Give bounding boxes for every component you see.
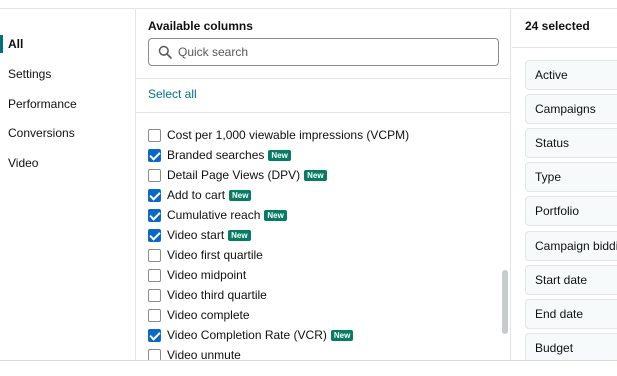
column-option-label: Video unmute	[167, 348, 241, 360]
available-columns-list: Cost per 1,000 viewable impressions (VCP…	[148, 125, 493, 360]
selected-column-item[interactable]: Start date	[525, 265, 617, 295]
sidebar-item-video[interactable]: Video	[0, 151, 135, 175]
column-option-label: Video start	[167, 228, 225, 242]
selected-column-item[interactable]: Status	[525, 128, 617, 158]
column-checkbox[interactable]	[148, 188, 161, 202]
column-checkbox[interactable]	[148, 208, 161, 222]
new-badge: New	[268, 149, 291, 161]
column-option-label: Branded searches	[167, 148, 265, 162]
selected-column-item[interactable]: End date	[525, 299, 617, 329]
column-option[interactable]: Add to cart New	[148, 185, 252, 205]
search-divider	[136, 78, 510, 79]
available-columns-title: Available columns	[148, 19, 253, 33]
column-category-sidebar: All Settings Performance Conversions Vid…	[0, 9, 135, 360]
selected-column-item[interactable]: Campaigns	[525, 94, 617, 124]
selected-column-item[interactable]: Budget	[525, 333, 617, 360]
column-option-label: Video Completion Rate (VCR)	[167, 328, 327, 342]
new-badge: New	[264, 209, 287, 221]
active-indicator	[0, 35, 3, 53]
new-badge: New	[304, 169, 327, 181]
column-checkbox[interactable]	[148, 148, 161, 162]
selected-column-item[interactable]: Type	[525, 162, 617, 192]
column-option-label: Cumulative reach	[167, 208, 261, 222]
column-option-label: Video third quartile	[167, 288, 267, 302]
column-checkbox[interactable]	[148, 268, 161, 282]
column-option[interactable]: Video third quartile New	[148, 285, 267, 305]
search-icon	[158, 45, 172, 59]
quick-search-box[interactable]	[148, 38, 499, 66]
column-option[interactable]: Branded searches New	[148, 145, 291, 165]
list-divider	[136, 112, 510, 113]
column-checkbox[interactable]	[148, 168, 161, 182]
column-option[interactable]: Video midpoint New	[148, 265, 246, 285]
column-checkbox[interactable]	[148, 228, 161, 242]
sidebar-item-settings[interactable]: Settings	[0, 62, 135, 86]
column-checkbox[interactable]	[148, 348, 161, 360]
column-option-label: Video complete	[167, 308, 250, 322]
selected-columns-list: Active Campaigns Status Type Portfolio C…	[512, 48, 617, 360]
scrollbar-thumb[interactable]	[502, 270, 508, 334]
sidebar-item-conversions[interactable]: Conversions	[0, 121, 135, 145]
column-option-label: Video midpoint	[167, 268, 247, 282]
column-checkbox[interactable]	[148, 308, 161, 322]
sidebar-item-label: All	[8, 37, 24, 51]
column-option[interactable]: Detail Page Views (DPV) New	[148, 165, 327, 185]
bottom-divider	[0, 360, 617, 361]
column-option[interactable]: Video Completion Rate (VCR) New	[148, 325, 354, 345]
new-badge: New	[228, 229, 251, 241]
column-checkbox[interactable]	[148, 328, 161, 342]
column-option[interactable]: Cumulative reach New	[148, 205, 287, 225]
sidebar-item-label: Conversions	[8, 126, 75, 140]
column-option[interactable]: Video start New	[148, 225, 251, 245]
column-checkbox[interactable]	[148, 128, 161, 142]
available-columns-panel: Available columns Select all Cost per 1,…	[135, 9, 511, 360]
selected-column-item[interactable]: Campaign bidding strategy	[525, 231, 617, 261]
select-all-link[interactable]: Select all	[148, 87, 197, 101]
column-checkbox[interactable]	[148, 248, 161, 262]
columns-scrollbar[interactable]	[500, 125, 510, 360]
selected-column-item[interactable]: Active	[525, 60, 617, 90]
sidebar-item-label: Video	[8, 156, 39, 170]
column-checkbox[interactable]	[148, 288, 161, 302]
selected-count-title: 24 selected	[525, 19, 590, 33]
quick-search-input[interactable]	[178, 43, 488, 61]
new-badge: New	[330, 329, 354, 341]
column-option[interactable]: Cost per 1,000 viewable impressions (VCP…	[148, 125, 409, 145]
sidebar-item-all[interactable]: All	[0, 32, 135, 56]
column-option-label: Cost per 1,000 viewable impressions (VCP…	[167, 128, 410, 142]
sidebar-item-label: Performance	[8, 97, 77, 111]
sidebar-item-performance[interactable]: Performance	[0, 92, 135, 116]
column-option[interactable]: Video complete New	[148, 305, 250, 325]
sidebar-item-label: Settings	[8, 67, 52, 81]
selected-column-item[interactable]: Portfolio	[525, 196, 617, 226]
new-badge: New	[229, 189, 252, 201]
column-option[interactable]: Video unmute New	[148, 345, 241, 360]
column-option-label: Video first quartile	[167, 248, 263, 262]
selected-columns-panel: 24 selected Active Campaigns Status Type…	[512, 9, 617, 360]
column-option-label: Detail Page Views (DPV)	[167, 168, 301, 182]
column-option-label: Add to cart	[167, 188, 226, 202]
column-option[interactable]: Video first quartile New	[148, 245, 263, 265]
